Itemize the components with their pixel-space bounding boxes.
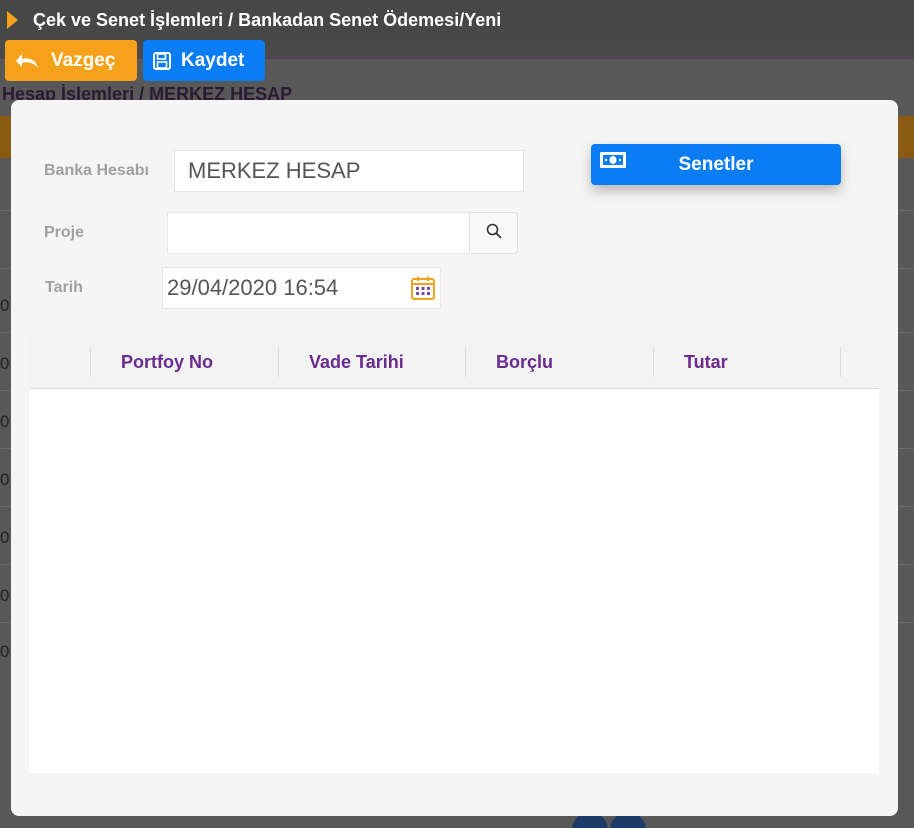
- caret-right-icon: [7, 11, 18, 29]
- column-header-vade-tarihi[interactable]: Vade Tarihi: [309, 335, 404, 389]
- floppy-disk-icon: [153, 51, 171, 70]
- cancel-button[interactable]: Vazgeç: [5, 40, 137, 81]
- money-bill-icon: [599, 151, 627, 175]
- date-field[interactable]: 29/04/2020 16:54: [162, 267, 441, 309]
- cancel-label: Vazgeç: [51, 49, 116, 71]
- search-icon: [486, 223, 502, 244]
- project-search-button[interactable]: [469, 212, 518, 254]
- date-value: 29/04/2020 16:54: [167, 275, 339, 300]
- column-header-borclu[interactable]: Borçlu: [496, 335, 553, 389]
- save-button[interactable]: Kaydet: [143, 40, 265, 81]
- column-separator: [653, 347, 654, 377]
- column-separator: [278, 347, 279, 377]
- senetler-button[interactable]: Senetler: [591, 144, 841, 185]
- notes-grid: Portfoy No Vade Tarihi Borçlu Tutar: [29, 335, 879, 773]
- bank-account-value: MERKEZ HESAP: [188, 158, 361, 183]
- project-label: Proje: [44, 224, 85, 241]
- bank-account-field[interactable]: MERKEZ HESAP: [174, 150, 524, 192]
- column-header-portfoy-no[interactable]: Portfoy No: [121, 335, 213, 389]
- column-separator: [465, 347, 466, 377]
- toolbar-divider: [0, 58, 914, 59]
- undo-icon: [15, 52, 41, 70]
- grid-body: [29, 390, 879, 773]
- payment-modal: Banka Hesabı MERKEZ HESAP Senetler Proje…: [11, 100, 898, 816]
- column-separator: [90, 347, 91, 377]
- senetler-label: Senetler: [678, 153, 754, 175]
- date-label: Tarih: [45, 279, 83, 296]
- save-label: Kaydet: [181, 49, 245, 71]
- column-header-tutar[interactable]: Tutar: [684, 335, 728, 389]
- calendar-icon[interactable]: [410, 275, 436, 307]
- column-separator: [840, 347, 841, 377]
- project-input[interactable]: [167, 212, 470, 254]
- grid-header: Portfoy No Vade Tarihi Borçlu Tutar: [29, 335, 879, 389]
- title-bar: Çek ve Senet İşlemleri / Bankadan Senet …: [0, 0, 914, 40]
- page-title: Çek ve Senet İşlemleri / Bankadan Senet …: [33, 9, 502, 30]
- bank-account-label: Banka Hesabı: [44, 162, 149, 179]
